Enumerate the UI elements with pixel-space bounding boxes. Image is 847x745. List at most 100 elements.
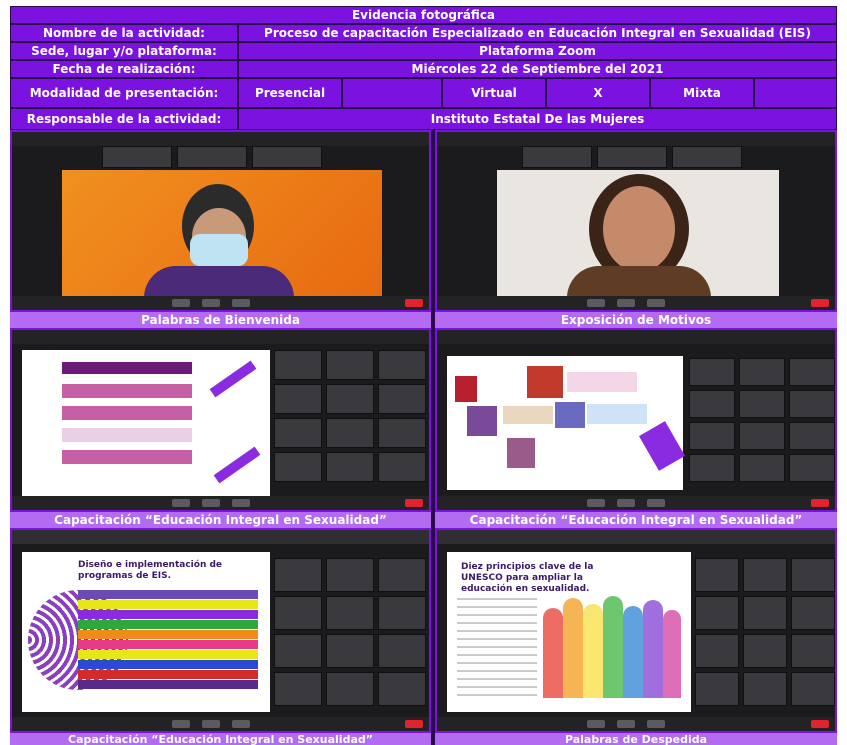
participant-tile (326, 384, 374, 414)
participant-tile (743, 596, 787, 630)
participant-tile (522, 146, 592, 168)
slide-image (527, 366, 563, 398)
participant-tile (739, 390, 785, 418)
participant-tile (274, 452, 322, 482)
zoom-control-icon (617, 299, 635, 307)
participant-tile (378, 350, 426, 380)
photo-motives (435, 130, 837, 312)
zoom-toolbar (437, 296, 835, 310)
zoom-control-icon (232, 720, 250, 728)
slide-title: Diez principios clave de la UNESCO para … (461, 562, 594, 594)
participant-tile (326, 634, 374, 668)
slide-figure (623, 606, 643, 698)
participant-tile (274, 596, 322, 630)
speaker-video (497, 170, 779, 298)
modality-row: Modalidad de presentación: Presencial Vi… (10, 78, 837, 108)
participant-tile (274, 384, 322, 414)
zoom-control-icon (202, 299, 220, 307)
slide-row (78, 610, 258, 619)
slide-decoration (209, 360, 257, 398)
shared-slide: Diseño e implementación de programas de … (22, 552, 270, 712)
participant-tile (326, 452, 374, 482)
participant-tile (791, 558, 835, 592)
zoom-control-icon (202, 720, 220, 728)
photo-training-3: Diseño e implementación de programas de … (10, 528, 431, 733)
zoom-top-bar (437, 330, 835, 344)
leave-button (811, 299, 829, 307)
participant-tile (326, 350, 374, 380)
participant-tile (695, 634, 739, 668)
slide-box (503, 406, 553, 424)
participant-tile (378, 634, 426, 668)
venue-value: Plataforma Zoom (238, 42, 837, 60)
caption-6: Palabras de Despedida (435, 733, 837, 745)
modality-mark-virtual: X (546, 78, 650, 108)
zoom-control-icon (617, 499, 635, 507)
slide-row (78, 620, 258, 629)
participant-tile (789, 422, 835, 450)
participant-tile (789, 390, 835, 418)
shared-slide (447, 356, 685, 490)
zoom-control-icon (172, 499, 190, 507)
participant-tile (378, 596, 426, 630)
zoom-top-bar (437, 530, 835, 544)
responsible-row: Responsable de la actividad: Instituto E… (10, 108, 837, 130)
slide-figure (543, 608, 563, 698)
date-row: Fecha de realización: Miércoles 22 de Se… (10, 60, 837, 78)
photo-training-1 (10, 328, 431, 512)
participant-tile (597, 146, 667, 168)
speaker-shirt (144, 266, 294, 298)
date-value: Miércoles 22 de Septiembre del 2021 (238, 60, 837, 78)
zoom-toolbar (12, 717, 429, 731)
slide-image (555, 402, 585, 428)
slide-box (62, 450, 192, 464)
slide-row (78, 670, 258, 679)
participant-tile (689, 390, 735, 418)
participant-tile (102, 146, 172, 168)
participant-tile (326, 596, 374, 630)
participant-tile (689, 422, 735, 450)
caption-3: Capacitación “Educación Integral en Sexu… (10, 512, 431, 528)
zoom-control-icon (172, 299, 190, 307)
zoom-toolbar (437, 717, 835, 731)
slide-figure (643, 600, 663, 698)
zoom-control-icon (172, 720, 190, 728)
zoom-control-icon (232, 299, 250, 307)
activity-name-label: Nombre de la actividad: (10, 24, 238, 42)
slide-box (62, 406, 192, 420)
zoom-control-icon (647, 720, 665, 728)
slide-figure (563, 598, 583, 698)
photo-welcome (10, 130, 431, 312)
caption-5: Capacitación “Educación Integral en Sexu… (10, 733, 431, 745)
participant-tile (789, 358, 835, 386)
participant-tile (739, 358, 785, 386)
slide-decoration (213, 446, 261, 484)
slide-figure (583, 604, 603, 698)
slide-row (78, 600, 258, 609)
participant-tile (695, 558, 739, 592)
caption-1: Palabras de Bienvenida (10, 312, 431, 328)
participant-tile (743, 672, 787, 706)
participant-tile (326, 558, 374, 592)
evidence-sheet: Evidencia fotográfica Nombre de la activ… (10, 6, 837, 745)
slide-figure (603, 596, 623, 698)
leave-button (405, 720, 423, 728)
zoom-toolbar (12, 296, 429, 310)
zoom-control-icon (617, 720, 635, 728)
slide-box (587, 404, 647, 424)
participant-tile (672, 146, 742, 168)
slide-figure (663, 610, 681, 698)
face-mask (190, 234, 248, 266)
zoom-top-bar (12, 330, 429, 344)
slide-row (78, 630, 258, 639)
zoom-control-icon (647, 299, 665, 307)
zoom-control-icon (232, 499, 250, 507)
slide-image (455, 376, 477, 402)
slide-box (567, 372, 637, 392)
slide-box (62, 428, 192, 442)
slide-box (62, 362, 192, 374)
participant-tile (378, 384, 426, 414)
zoom-toolbar (12, 496, 429, 510)
participant-tile (274, 350, 322, 380)
zoom-top-bar (12, 132, 429, 146)
